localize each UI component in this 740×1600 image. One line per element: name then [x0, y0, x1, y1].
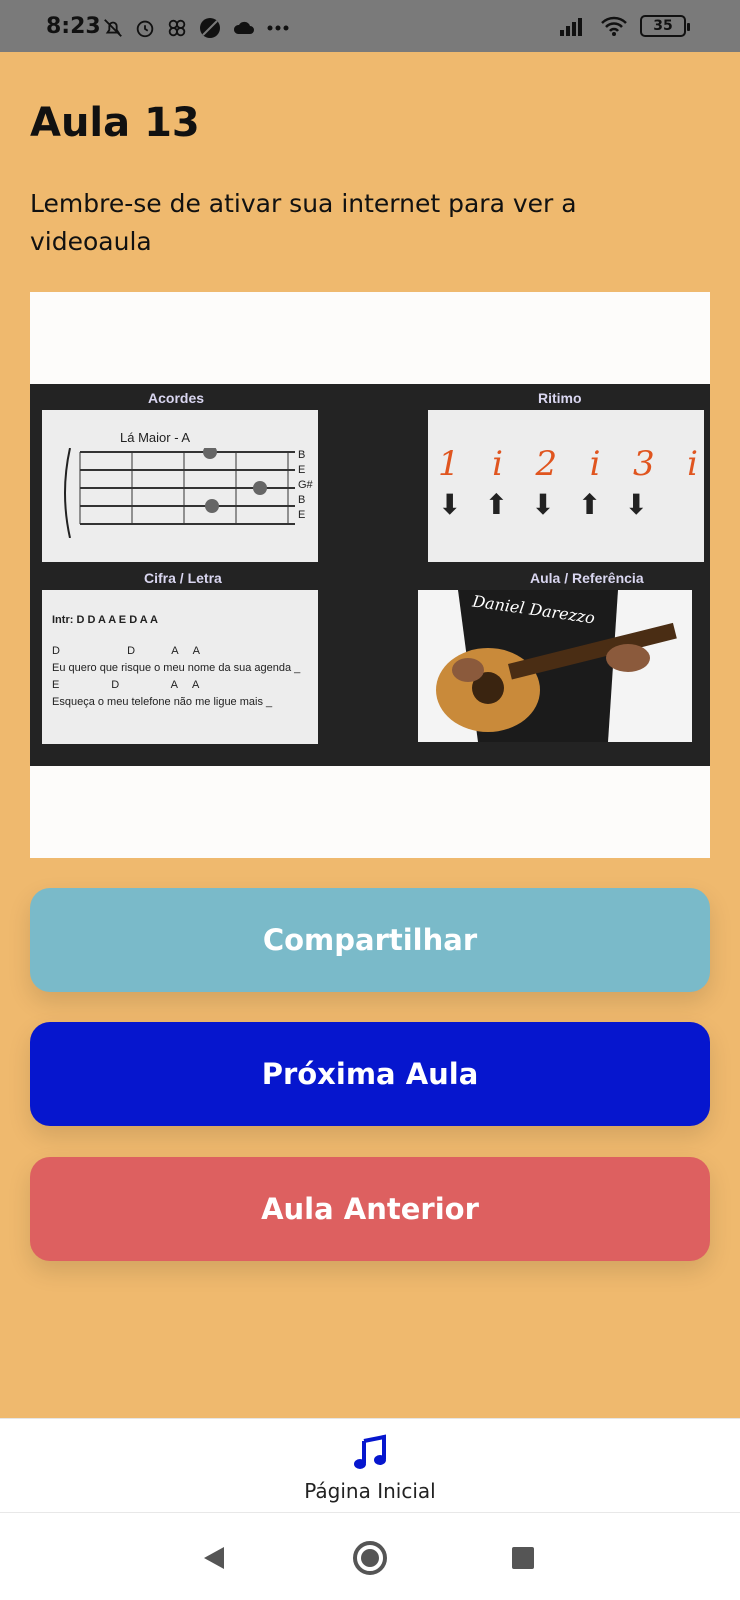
status-bar: 8:23 35 [0, 0, 740, 52]
recent-apps-icon[interactable] [512, 1547, 534, 1569]
signal-icon [560, 18, 582, 36]
rhythm-counts: 1 i 2 i 3 i [438, 444, 698, 484]
status-icons-right: 35 [560, 15, 690, 37]
cifra-label: Cifra / Letra [144, 570, 222, 586]
page-title: Aula 13 [30, 100, 200, 146]
home-icon[interactable] [353, 1541, 387, 1575]
arrow-down-icon: ⬇ [531, 488, 555, 521]
video-player[interactable]: Acordes Ritimo Cifra / Letra Aula / Refe… [30, 292, 710, 858]
cifra-chords: E D A A [52, 679, 200, 691]
nav-home[interactable]: Página Inicial [0, 1419, 740, 1513]
cifra-intro: Intr: D D A A E D A A [52, 614, 158, 626]
rhythm-count: 2 [535, 444, 558, 484]
arrow-down-icon: ⬇ [438, 488, 462, 521]
fretboard-graphic [64, 448, 295, 538]
arrow-up-icon: ⬆ [484, 488, 509, 521]
music-note-icon [354, 1434, 386, 1469]
string-name: B [298, 494, 306, 506]
internet-reminder-text: Lembre-se de ativar sua internet para ve… [30, 189, 577, 256]
reference-label: Aula / Referência [530, 570, 644, 586]
cifra-text: Intr: D D A A E D A A D D A A Eu quero q… [52, 612, 300, 711]
rhythm-count: i [589, 444, 601, 484]
cifra-panel: Intr: D D A A E D A A D D A A Eu quero q… [42, 590, 318, 744]
more-icon [267, 25, 289, 31]
nav-home-label: Página Inicial [304, 1479, 436, 1503]
bell-off-icon [104, 19, 122, 37]
blocked-icon [200, 18, 220, 38]
previous-lesson-button[interactable]: Aula Anterior [30, 1157, 710, 1261]
alarm-icon [136, 20, 154, 38]
cifra-lyrics: Esqueça o meu telefone não me ligue mais… [52, 696, 273, 708]
share-button[interactable]: Compartilhar [30, 888, 710, 992]
cifra-chords: D D A A [52, 645, 200, 657]
cloud-icon [233, 21, 254, 34]
rhythm-count: 1 [438, 444, 460, 484]
chord-diagram: Lá Maior - A B E G# B E [42, 410, 318, 562]
reference-photo: Daniel Darezzo [418, 590, 692, 742]
string-name: G# [298, 479, 313, 491]
string-name: B [298, 449, 306, 461]
bottom-navigation: Página Inicial [0, 1418, 740, 1512]
next-lesson-button[interactable]: Próxima Aula [30, 1022, 710, 1126]
string-names: B E G# B E [298, 448, 313, 523]
chord-name: Lá Maior - A [120, 430, 191, 445]
rhythm-label: Ritimo [538, 390, 582, 406]
rhythm-panel: 1 i 2 i 3 i ⬇ ⬆ ⬇ ⬆ ⬇ [428, 410, 704, 562]
rhythm-count: i [492, 444, 503, 484]
status-icons-left [102, 16, 290, 40]
cifra-lyrics: Eu quero que risque o meu nome da sua ag… [52, 662, 301, 674]
rhythm-count: i [687, 444, 698, 484]
chords-label: Acordes [148, 390, 205, 406]
arrow-down-icon: ⬇ [624, 488, 648, 521]
back-icon[interactable] [202, 1545, 226, 1571]
status-time: 8:23 [46, 14, 101, 39]
system-navigation-bar [0, 1512, 740, 1600]
strum-arrows: ⬇ ⬆ ⬇ ⬆ ⬇ [438, 488, 648, 521]
string-name: E [298, 509, 306, 521]
arrow-up-icon: ⬆ [577, 488, 602, 521]
string-name: E [298, 464, 306, 476]
battery-icon: 35 [640, 15, 690, 37]
wifi-icon [601, 16, 627, 36]
rhythm-count: 3 [632, 444, 655, 484]
app-icon [168, 19, 186, 37]
video-thumbnail: Acordes Ritimo Cifra / Letra Aula / Refe… [30, 384, 710, 766]
